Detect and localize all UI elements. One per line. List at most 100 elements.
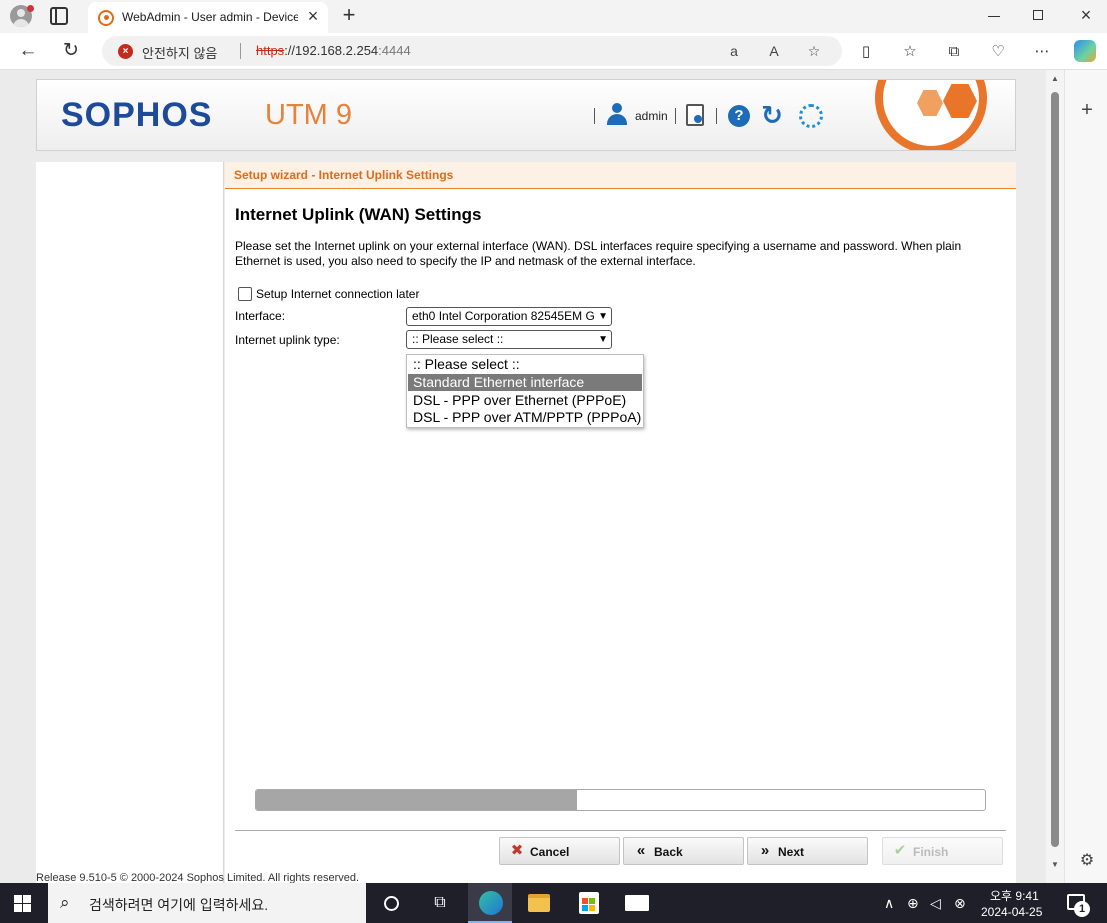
wizard-bar-title: Setup wizard - Internet Uplink Settings xyxy=(234,168,454,182)
left-navigation-panel xyxy=(36,162,224,883)
interface-select[interactable]: eth0 Intel Corporation 82545EM G ▼ xyxy=(406,307,612,326)
collections-icon[interactable]: ⧉ xyxy=(944,42,964,62)
copilot-icon[interactable] xyxy=(1074,40,1096,62)
sophos-logo: SOPHOS xyxy=(61,96,213,134)
finish-button[interactable]: ✔ Finish xyxy=(882,837,1003,865)
edge-sidebar: + ⚙ xyxy=(1064,70,1107,883)
network-globe-icon[interactable]: ⊕ xyxy=(907,894,919,912)
browser-essentials-icon[interactable]: ♡ xyxy=(988,42,1008,62)
next-button[interactable]: » Next xyxy=(747,837,868,865)
sophos-favicon-icon xyxy=(98,10,114,26)
dropdown-option-pppoa[interactable]: DSL - PPP over ATM/PPTP (PPPoA) xyxy=(408,409,642,426)
not-secure-icon[interactable]: × xyxy=(118,44,133,59)
search-icon: ⌕ xyxy=(60,893,70,912)
volume-icon[interactable]: ◁ xyxy=(930,894,941,912)
tray-overflow-chevron-icon[interactable]: ∧ xyxy=(884,894,894,912)
hexagon-shape xyxy=(917,90,943,116)
new-tab-icon[interactable]: + xyxy=(338,3,360,27)
windows-taskbar: ⌕ 검색하려면 여기에 입력하세요. ⧉ ∧ ⊕ ◁ ⊗ 오후 9:41 202… xyxy=(0,883,1107,923)
reload-icon[interactable]: ↻ xyxy=(58,38,84,64)
wizard-content: Setup wizard - Internet Uplink Settings … xyxy=(225,162,1016,883)
window-restore-icon[interactable] xyxy=(1033,10,1043,20)
setup-later-label[interactable]: Setup Internet connection later xyxy=(256,287,419,301)
header-separator xyxy=(675,108,676,124)
sophos-header: SOPHOS UTM 9 admin ? ↻ xyxy=(36,79,1016,151)
button-divider xyxy=(235,830,1006,831)
task-view-icon[interactable]: ⧉ xyxy=(431,895,449,911)
activity-spinner-icon xyxy=(799,104,823,128)
clipboard-icon[interactable] xyxy=(686,104,704,126)
uplink-type-select[interactable]: :: Please select :: ▼ xyxy=(406,330,612,349)
interface-select-value: eth0 Intel Corporation 82545EM G xyxy=(412,309,595,323)
page-scrollbar[interactable]: ▲ ▼ xyxy=(1046,70,1064,883)
url-host: ://192.168.2.254 xyxy=(284,43,379,58)
address-separator xyxy=(240,43,241,59)
taskbar-search-box[interactable]: ⌕ 검색하려면 여기에 입력하세요. xyxy=(48,883,366,923)
interface-label: Interface: xyxy=(235,309,286,323)
sidebar-add-icon[interactable]: + xyxy=(1077,100,1097,120)
cortana-icon[interactable] xyxy=(384,896,399,911)
taskbar-file-explorer[interactable] xyxy=(516,883,560,923)
double-chevron-right-icon: » xyxy=(760,842,770,859)
header-separator xyxy=(716,108,717,124)
setup-later-checkbox[interactable] xyxy=(238,287,252,301)
wizard-progress-bar xyxy=(255,789,986,811)
url-port: :4444 xyxy=(378,43,411,58)
chevron-down-icon: ▼ xyxy=(596,331,608,348)
taskbar-search-placeholder: 검색하려면 여기에 입력하세요. xyxy=(89,897,269,913)
url-text[interactable]: https://192.168.2.254:4444 xyxy=(256,43,411,58)
back-button[interactable]: « Back xyxy=(623,837,744,865)
uplink-type-label: Internet uplink type: xyxy=(235,333,340,347)
tray-status-icon[interactable]: ⊗ xyxy=(954,894,966,912)
hexagon-shape xyxy=(943,84,977,118)
tab-actions-icon[interactable] xyxy=(50,7,68,25)
translate-icon[interactable]: a xyxy=(724,41,744,61)
checkmark-icon: ✔ xyxy=(893,842,907,859)
back-icon[interactable]: ← xyxy=(15,38,41,64)
next-button-label: Next xyxy=(778,845,805,859)
dropdown-option-please-select[interactable]: :: Please select :: xyxy=(408,356,642,373)
file-explorer-icon xyxy=(528,894,550,912)
scroll-down-icon[interactable]: ▼ xyxy=(1050,860,1060,870)
finish-button-label: Finish xyxy=(913,845,949,859)
profile-notification-dot xyxy=(27,5,34,12)
wizard-progress-fill xyxy=(256,790,577,810)
scroll-up-icon[interactable]: ▲ xyxy=(1050,74,1060,84)
edge-browser-icon xyxy=(479,891,503,915)
taskbar-mail[interactable] xyxy=(614,883,658,923)
wizard-title-bar: Setup wizard - Internet Uplink Settings xyxy=(225,162,1016,189)
dropdown-option-pppoe[interactable]: DSL - PPP over Ethernet (PPPoE) xyxy=(408,392,642,409)
window-minimize-icon[interactable] xyxy=(988,8,1000,24)
windows-start-icon[interactable] xyxy=(14,895,31,912)
dropdown-option-standard-ethernet[interactable]: Standard Ethernet interface xyxy=(408,374,642,391)
more-icon[interactable]: ⋯ xyxy=(1032,42,1052,62)
read-aloud-icon[interactable]: A xyxy=(764,41,784,61)
back-button-label: Back xyxy=(654,845,683,859)
tab-close-icon[interactable]: × xyxy=(304,7,322,25)
taskbar-edge[interactable] xyxy=(468,883,512,923)
current-user[interactable]: admin xyxy=(635,109,668,123)
tab-title: WebAdmin - User admin - Device xyxy=(122,10,298,24)
user-icon xyxy=(605,103,629,127)
cancel-x-icon: ✖ xyxy=(510,842,524,859)
page-title: Internet Uplink (WAN) Settings xyxy=(235,205,482,224)
split-screen-icon[interactable]: ▯ xyxy=(856,42,876,62)
taskbar-store[interactable] xyxy=(566,883,610,923)
window-close-icon[interactable]: × xyxy=(1076,4,1096,26)
favorites-icon[interactable]: ☆ xyxy=(900,42,920,62)
sidebar-settings-gear-icon[interactable]: ⚙ xyxy=(1076,850,1098,872)
mail-icon xyxy=(625,895,649,911)
taskbar-time[interactable]: 오후 9:41 xyxy=(990,887,1039,904)
cancel-button[interactable]: ✖ Cancel xyxy=(499,837,620,865)
refresh-icon[interactable]: ↻ xyxy=(759,100,785,130)
help-icon[interactable]: ? xyxy=(728,105,750,127)
notification-count-badge: 1 xyxy=(1074,901,1090,917)
address-bar[interactable]: × 안전하지 않음 https://192.168.2.254:4444 a A… xyxy=(102,36,842,66)
microsoft-store-icon xyxy=(579,892,599,914)
browser-tab[interactable]: WebAdmin - User admin - Device × xyxy=(88,2,328,33)
favorite-star-icon[interactable]: ☆ xyxy=(804,41,824,61)
security-label[interactable]: 안전하지 않음 xyxy=(142,43,217,62)
taskbar-date[interactable]: 2024-04-25 xyxy=(981,905,1042,919)
copyright-footer: Release 9.510-5 © 2000-2024 Sophos Limit… xyxy=(36,872,360,883)
scroll-thumb[interactable] xyxy=(1051,92,1059,847)
